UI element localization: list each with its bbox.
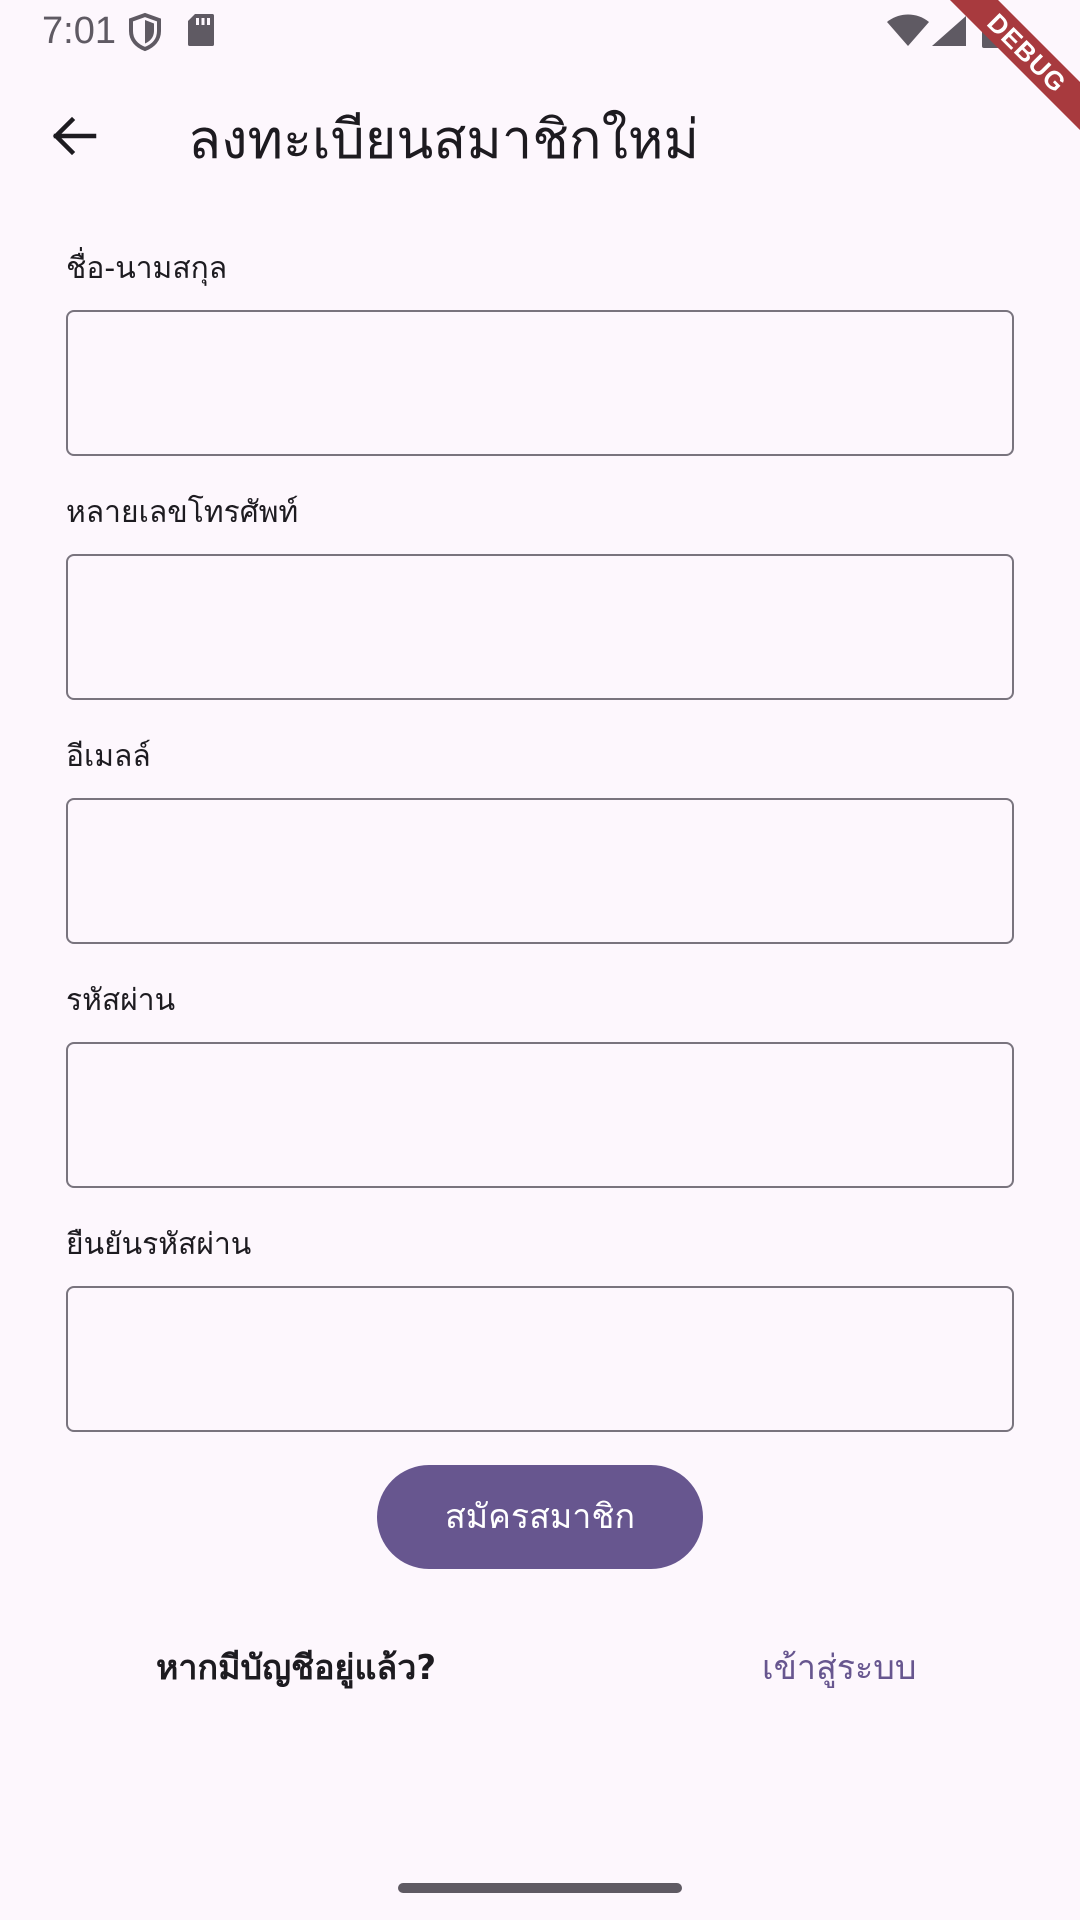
- sd-card-icon: [186, 12, 216, 52]
- email-input[interactable]: [66, 798, 1014, 944]
- app-bar: ลงทะเบียนสมาชิกใหม่: [0, 80, 1080, 200]
- status-bar: 7:01 DEBUG: [0, 0, 1080, 147]
- field-group-fullname: ชื่อ-นามสกุล: [66, 248, 1014, 492]
- fullname-input[interactable]: [66, 310, 1014, 456]
- password-input[interactable]: [66, 1042, 1014, 1188]
- phone-label: หลายเลขโทรศัพท์: [66, 495, 299, 530]
- arrow-left-icon: [50, 112, 98, 164]
- login-prompt: หากมีบัญชีอยู่แล้ว?: [156, 1648, 437, 1688]
- back-button[interactable]: [36, 100, 112, 176]
- field-group-phone: หลายเลขโทรศัพท์: [66, 492, 1014, 736]
- register-button[interactable]: สมัครสมาชิก: [377, 1465, 703, 1569]
- confirm-password-input[interactable]: [66, 1286, 1014, 1432]
- field-group-email: อีเมลล์: [66, 736, 1014, 980]
- login-link[interactable]: เข้าสู่ระบบ: [762, 1640, 916, 1696]
- gesture-bar[interactable]: [398, 1883, 682, 1893]
- phone-input[interactable]: [66, 554, 1014, 700]
- field-group-confirm-password: ยืนยันรหัสผ่าน: [66, 1224, 1014, 1468]
- password-label: รหัสผ่าน: [66, 983, 176, 1018]
- registration-form: ชื่อ-นามสกุล หลายเลขโทรศัพท์ อีเมลล์ รหั…: [66, 248, 1014, 1468]
- login-row: หากมีบัญชีอยู่แล้ว? เข้าสู่ระบบ: [0, 1640, 1080, 1696]
- fullname-label: ชื่อ-นามสกุล: [66, 251, 228, 286]
- confirm-password-label: ยืนยันรหัสผ่าน: [66, 1227, 252, 1262]
- page-title: ลงทะเบียนสมาชิกใหม่: [188, 108, 700, 171]
- shield-icon: [128, 12, 162, 56]
- status-time: 7:01: [42, 10, 116, 52]
- field-group-password: รหัสผ่าน: [66, 980, 1014, 1224]
- email-label: อีเมลล์: [66, 739, 151, 774]
